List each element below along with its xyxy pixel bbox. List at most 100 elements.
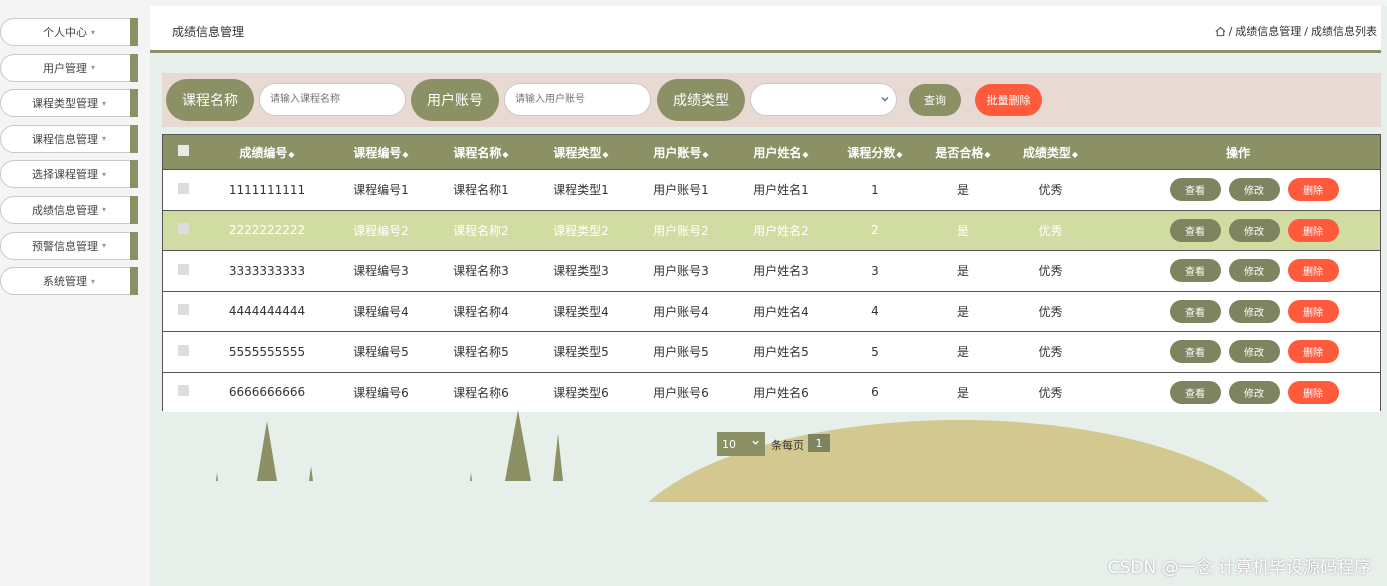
caret-down-icon: ▾ (101, 169, 106, 179)
table-cell: 用户姓名5 (753, 345, 809, 360)
edit-button[interactable]: 修改 (1228, 299, 1280, 323)
delete-button[interactable]: 删除 (1287, 178, 1339, 202)
row-checkbox[interactable] (177, 344, 189, 356)
edit-button[interactable]: 修改 (1228, 259, 1280, 283)
page-size-value: 10 (722, 437, 736, 451)
column-header[interactable]: 课程分数◆ (831, 144, 919, 161)
tree-decoration (309, 466, 313, 481)
edit-button[interactable]: 修改 (1228, 340, 1280, 364)
delete-button[interactable]: 删除 (1287, 218, 1339, 242)
table-row: 5555555555 课程编号5 课程名称5 课程类型5 用户账号5 用户姓名5 5 是 优秀 查… (163, 331, 1380, 372)
row-checkbox[interactable] (177, 223, 189, 235)
edit-button[interactable]: 修改 (1228, 380, 1280, 404)
table-cell: 课程类型5 (553, 345, 609, 360)
table-cell: 是 (956, 345, 969, 360)
sidebar-item-label: 课程信息管理 (31, 132, 98, 146)
query-button[interactable]: 查询 (909, 84, 961, 116)
table-cell: 课程编号2 (353, 223, 409, 238)
grade-table: 成绩编号◆ 课程编号◆ 课程名称◆ 课程类型◆ 用户账号◆ 用户姓名◆ 课程分数… (162, 134, 1381, 412)
column-header[interactable]: 用户姓名◆ (731, 144, 831, 161)
caret-down-icon: ▾ (101, 134, 106, 144)
column-header[interactable]: 课程类型◆ (531, 144, 631, 161)
table-cell: 课程名称3 (453, 264, 509, 279)
edit-button[interactable]: 修改 (1228, 218, 1280, 242)
main-content: 成绩信息管理 / 成绩信息管理 / 成绩信息列表 课程名称 用户账号 成绩类型 … (150, 6, 1387, 586)
grade-type-select[interactable] (750, 83, 897, 116)
column-header[interactable]: 用户账号◆ (631, 144, 731, 161)
table-cell: 课程编号3 (353, 264, 409, 279)
sidebar-item-label: 成绩信息管理 (31, 203, 98, 217)
table-cell: 1111111111 (228, 182, 306, 197)
sort-icon: ◆ (602, 149, 609, 159)
table-cell: 课程类型3 (553, 264, 609, 279)
table-cell: 用户账号4 (653, 304, 709, 319)
tree-decoration (257, 421, 277, 481)
delete-button[interactable]: 删除 (1287, 340, 1339, 364)
view-button[interactable]: 查看 (1169, 259, 1221, 283)
breadcrumb-item[interactable]: 成绩信息管理 (1235, 23, 1301, 39)
grade-type-label: 成绩类型 (657, 79, 745, 121)
home-icon[interactable] (1215, 26, 1226, 37)
column-header[interactable]: 课程编号◆ (331, 144, 431, 161)
column-header[interactable]: 是否合格◆ (919, 144, 1007, 161)
sidebar-item-warning-info-management[interactable]: 预警信息管理 ▾ (0, 231, 138, 260)
view-button[interactable]: 查看 (1169, 218, 1221, 242)
breadcrumb: / 成绩信息管理 / 成绩信息列表 (1215, 23, 1377, 39)
delete-button[interactable]: 删除 (1287, 299, 1339, 323)
table-cell: 优秀 (1038, 183, 1063, 198)
table-cell: 是 (956, 223, 969, 238)
sidebar-item-personal-center[interactable]: 个人中心 ▾ (0, 18, 138, 46)
page-size-select[interactable]: 10 (717, 432, 765, 456)
sidebar-item-grade-info-management[interactable]: 成绩信息管理 ▾ (0, 195, 138, 224)
row-checkbox[interactable] (177, 263, 189, 275)
view-button[interactable]: 查看 (1169, 178, 1221, 202)
sidebar: 个人中心 ▾ 用户管理 ▾ 课程类型管理 ▾ 课程信息管理 ▾ 选择课程管理 ▾ 成绩信息… (0, 0, 150, 586)
table-cell: 课程编号1 (353, 183, 409, 198)
course-name-input[interactable] (259, 83, 406, 116)
table-row: 2222222222 课程编号2 课程名称2 课程类型2 用户账号2 用户姓名2 2 是 优秀 查… (163, 209, 1380, 250)
sort-icon: ◆ (502, 149, 509, 159)
edit-button[interactable]: 修改 (1228, 178, 1280, 202)
view-button[interactable]: 查看 (1169, 380, 1221, 404)
row-checkbox[interactable] (177, 385, 189, 397)
table-cell: 用户账号6 (653, 385, 709, 400)
table-cell: 是 (956, 385, 969, 400)
sidebar-item-user-management[interactable]: 用户管理 ▾ (0, 53, 138, 82)
user-account-input[interactable] (504, 83, 651, 116)
table-row: 3333333333 课程编号3 课程名称3 课程类型3 用户账号3 用户姓名3 3 是 优秀 查… (163, 250, 1380, 291)
sidebar-item-course-info-management[interactable]: 课程信息管理 ▾ (0, 124, 138, 153)
delete-button[interactable]: 删除 (1287, 380, 1339, 404)
view-button[interactable]: 查看 (1169, 340, 1221, 364)
table-cell: 用户姓名6 (753, 385, 809, 400)
table-cell: 课程名称2 (453, 223, 509, 238)
sidebar-item-course-type-management[interactable]: 课程类型管理 ▾ (0, 89, 138, 118)
table-cell: 用户账号3 (653, 264, 709, 279)
caret-down-icon: ▾ (101, 241, 106, 251)
caret-down-icon: ▾ (90, 276, 95, 286)
table-header: 成绩编号◆ 课程编号◆ 课程名称◆ 课程类型◆ 用户账号◆ 用户姓名◆ 课程分数… (163, 135, 1380, 169)
table-cell: 用户账号2 (653, 223, 709, 238)
delete-button[interactable]: 删除 (1287, 259, 1339, 283)
table-cell: 用户账号1 (653, 183, 709, 198)
table-cell: 课程名称1 (453, 183, 509, 198)
sidebar-item-label: 个人中心 (42, 26, 87, 39)
tree-decoration (553, 434, 563, 481)
column-header[interactable]: 课程名称◆ (431, 144, 531, 161)
column-header-actions: 操作 (1225, 145, 1250, 160)
select-all-checkbox[interactable] (177, 145, 189, 156)
row-checkbox[interactable] (177, 182, 189, 194)
row-checkbox[interactable] (177, 304, 189, 316)
page-number-button[interactable]: 1 (808, 434, 830, 452)
top-bar: 成绩信息管理 / 成绩信息管理 / 成绩信息列表 (150, 6, 1381, 53)
batch-delete-button[interactable]: 批量删除 (975, 84, 1042, 116)
column-header[interactable]: 成绩编号◆ (203, 144, 331, 161)
caret-down-icon: ▾ (90, 27, 95, 37)
column-header[interactable]: 成绩类型◆ (1007, 144, 1094, 161)
caret-down-icon: ▾ (90, 63, 95, 73)
table-cell: 课程类型2 (553, 223, 609, 238)
sidebar-item-system-management[interactable]: 系统管理 ▾ (0, 267, 138, 296)
sidebar-item-course-selection-management[interactable]: 选择课程管理 ▾ (0, 160, 138, 189)
sidebar-item-label: 选择课程管理 (31, 168, 98, 182)
view-button[interactable]: 查看 (1169, 299, 1221, 323)
table-cell: 优秀 (1038, 223, 1063, 238)
